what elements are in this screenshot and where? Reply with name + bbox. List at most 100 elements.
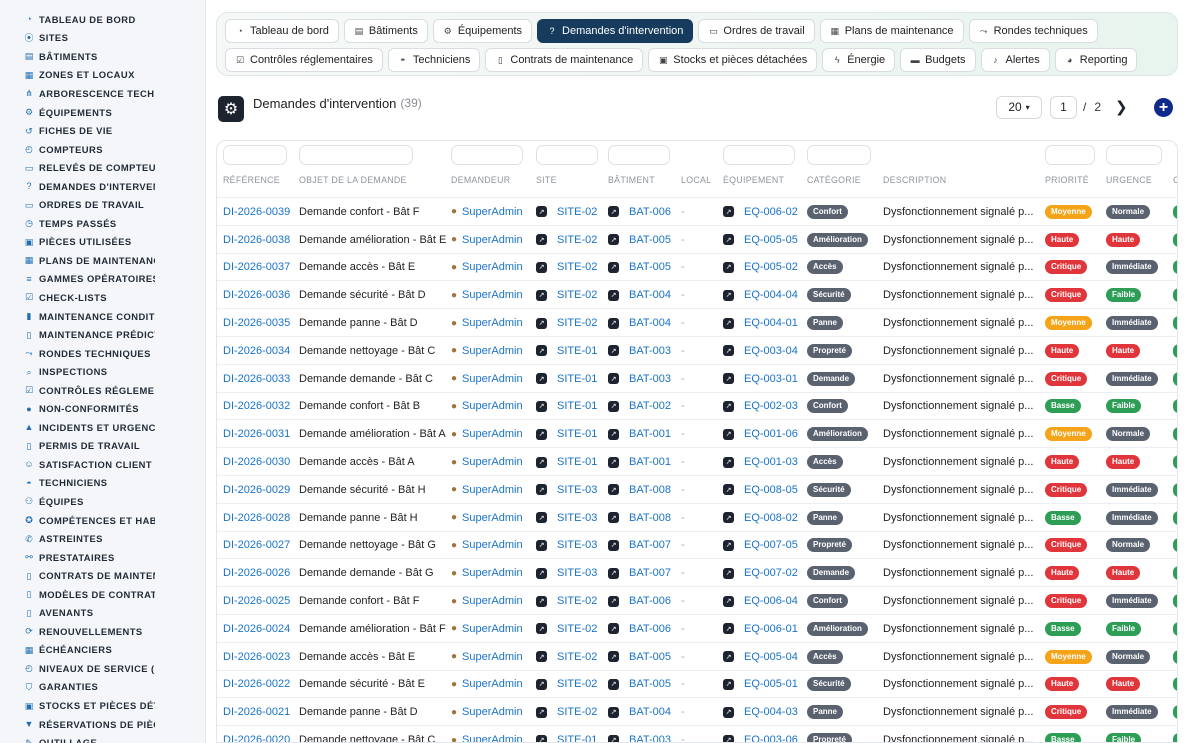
sidebar-item[interactable]: ▭ ORDRES DE TRAVAIL: [0, 195, 205, 214]
reference-link[interactable]: DI-2026-0028: [223, 504, 290, 532]
sidebar-item[interactable]: ✎ OUTILLAGE: [0, 733, 205, 743]
requester-link[interactable]: SuperAdmin: [462, 651, 523, 663]
column-filter-input[interactable]: [299, 145, 413, 165]
equipment-link[interactable]: EQ-005-02: [744, 261, 798, 273]
sidebar-item[interactable]: ▯ AVENANTS: [0, 604, 205, 623]
sidebar-item[interactable]: ⟳ RENOUVELLEMENTS: [0, 622, 205, 641]
equipment-link[interactable]: EQ-007-05: [744, 539, 798, 551]
column-filter-input[interactable]: [1106, 145, 1162, 165]
nav-tab[interactable]: ▣ Stocks et pièces détachées: [648, 48, 818, 72]
sidebar-item[interactable]: ◴ COMPTEURS: [0, 140, 205, 159]
nav-tab[interactable]: ♪ Alertes: [980, 48, 1050, 72]
site-link[interactable]: SITE-01: [557, 734, 597, 742]
site-link[interactable]: SITE-01: [557, 456, 597, 468]
sidebar-item[interactable]: ▯ MODÈLES DE CONTRATS: [0, 585, 205, 604]
sidebar-item[interactable]: ◓ TECHNICIENS: [0, 474, 205, 493]
column-filter-input[interactable]: [536, 145, 598, 165]
sidebar-item[interactable]: ◴ NIVEAUX DE SERVICE (SL: [0, 659, 205, 678]
building-link[interactable]: BAT-001: [629, 456, 671, 468]
site-link[interactable]: SITE-01: [557, 373, 597, 385]
equipment-link[interactable]: EQ-001-03: [744, 456, 798, 468]
requester-link[interactable]: SuperAdmin: [462, 484, 523, 496]
sidebar-item[interactable]: ▦ ZONES ET LOCAUX: [0, 66, 205, 85]
sidebar-item[interactable]: ▯ PERMIS DE TRAVAIL: [0, 437, 205, 456]
sidebar-item[interactable]: ? DEMANDES D'INTERVENT: [0, 177, 205, 196]
building-link[interactable]: BAT-004: [629, 317, 671, 329]
sidebar-item[interactable]: ⚯ PRESTATAIRES: [0, 548, 205, 567]
sidebar-item[interactable]: ● NON-CONFORMITÉS: [0, 399, 205, 418]
requester-link[interactable]: SuperAdmin: [462, 734, 523, 742]
table-row[interactable]: DI-2026-0024 Demande amélioration - Bât F…: [217, 614, 1177, 642]
building-link[interactable]: BAT-003: [629, 373, 671, 385]
building-link[interactable]: BAT-007: [629, 567, 671, 579]
building-link[interactable]: BAT-006: [629, 595, 671, 607]
column-filter-input[interactable]: [608, 145, 670, 165]
nav-tab[interactable]: ▤ Bâtiments: [343, 19, 428, 43]
table-row[interactable]: DI-2026-0037 Demande accès - Bât E ● SuperA…: [217, 252, 1177, 281]
requester-link[interactable]: SuperAdmin: [462, 428, 523, 440]
nav-tab[interactable]: ◔ Tableau de bord: [225, 19, 339, 43]
site-link[interactable]: SITE-02: [557, 706, 597, 718]
building-link[interactable]: BAT-005: [629, 651, 671, 663]
sidebar-item[interactable]: ⚙ ÉQUIPEMENTS: [0, 103, 205, 122]
building-link[interactable]: BAT-008: [629, 512, 671, 524]
sidebar-item[interactable]: ▣ PIÈCES UTILISÉES: [0, 233, 205, 252]
sidebar-item[interactable]: ▤ BÂTIMENTS: [0, 47, 205, 66]
equipment-link[interactable]: EQ-003-06: [744, 734, 798, 742]
reference-link[interactable]: DI-2026-0034: [223, 337, 290, 365]
building-link[interactable]: BAT-005: [629, 234, 671, 246]
building-link[interactable]: BAT-005: [629, 678, 671, 690]
sidebar-item[interactable]: ◷ TEMPS PASSÉS: [0, 214, 205, 233]
table-row[interactable]: DI-2026-0026 Demande demande - Bât G ● Supe…: [217, 558, 1177, 586]
nav-tab[interactable]: ◕ Reporting: [1054, 48, 1138, 72]
equipment-link[interactable]: EQ-004-01: [744, 317, 798, 329]
equipment-link[interactable]: EQ-003-01: [744, 373, 798, 385]
column-header[interactable]: C: [1173, 175, 1177, 185]
column-header[interactable]: ÉQUIPEMENT: [723, 175, 784, 185]
nav-tab[interactable]: ? Demandes d'intervention: [537, 19, 694, 43]
nav-tab[interactable]: ▦ Plans de maintenance: [819, 19, 964, 43]
equipment-link[interactable]: EQ-003-04: [744, 345, 798, 357]
requester-link[interactable]: SuperAdmin: [462, 261, 523, 273]
table-row[interactable]: DI-2026-0032 Demande confort - Bât B ● Supe…: [217, 391, 1177, 421]
sidebar-item[interactable]: ⚇ ÉQUIPES: [0, 492, 205, 511]
column-header[interactable]: DEMANDEUR: [451, 175, 510, 185]
requester-link[interactable]: SuperAdmin: [462, 567, 523, 579]
table-row[interactable]: DI-2026-0028 Demande panne - Bât H ● SuperA…: [217, 502, 1177, 532]
column-header[interactable]: BÂTIMENT: [608, 175, 655, 185]
sidebar-item[interactable]: ⌕ INSPECTIONS: [0, 362, 205, 381]
building-link[interactable]: BAT-007: [629, 539, 671, 551]
reference-link[interactable]: DI-2026-0025: [223, 587, 290, 615]
site-link[interactable]: SITE-03: [557, 484, 597, 496]
reference-link[interactable]: DI-2026-0039: [223, 198, 290, 226]
sidebar-item[interactable]: ✆ ASTREINTES: [0, 529, 205, 548]
equipment-link[interactable]: EQ-004-04: [744, 289, 798, 301]
column-header[interactable]: SITE: [536, 175, 557, 185]
table-row[interactable]: DI-2026-0020 Demande nettoyage - Bât C ● Su…: [217, 725, 1177, 742]
reference-link[interactable]: DI-2026-0036: [223, 281, 290, 309]
sidebar-item[interactable]: ⋔ ARBORESCENCE TECHNI: [0, 84, 205, 103]
building-link[interactable]: BAT-008: [629, 484, 671, 496]
table-row[interactable]: DI-2026-0022 Demande sécurité - Bât E ● Sup…: [217, 669, 1177, 699]
column-header[interactable]: URGENCE: [1106, 175, 1152, 185]
equipment-link[interactable]: EQ-001-06: [744, 428, 798, 440]
column-header[interactable]: CATÉGORIE: [807, 175, 861, 185]
table-row[interactable]: DI-2026-0021 Demande panne - Bât D ● SuperA…: [217, 697, 1177, 725]
column-filter-input[interactable]: [807, 145, 871, 165]
site-link[interactable]: SITE-02: [557, 595, 597, 607]
reference-link[interactable]: DI-2026-0022: [223, 671, 290, 699]
nav-tab[interactable]: ◓ Techniciens: [387, 48, 481, 72]
reference-link[interactable]: DI-2026-0020: [223, 726, 290, 742]
column-filter-input[interactable]: [1045, 145, 1095, 165]
table-row[interactable]: DI-2026-0038 Demande amélioration - Bât E…: [217, 224, 1177, 253]
building-link[interactable]: BAT-004: [629, 706, 671, 718]
requester-link[interactable]: SuperAdmin: [462, 317, 523, 329]
equipment-link[interactable]: EQ-005-05: [744, 234, 798, 246]
nav-tab[interactable]: ▯ Contrats de maintenance: [485, 48, 644, 72]
reference-link[interactable]: DI-2026-0032: [223, 393, 290, 421]
column-header[interactable]: LOCAL: [681, 175, 711, 185]
nav-tab[interactable]: ▬ Budgets: [900, 48, 976, 72]
requester-link[interactable]: SuperAdmin: [462, 678, 523, 690]
nav-tab[interactable]: ☑ Contrôles réglementaires: [225, 48, 383, 72]
building-link[interactable]: BAT-003: [629, 345, 671, 357]
